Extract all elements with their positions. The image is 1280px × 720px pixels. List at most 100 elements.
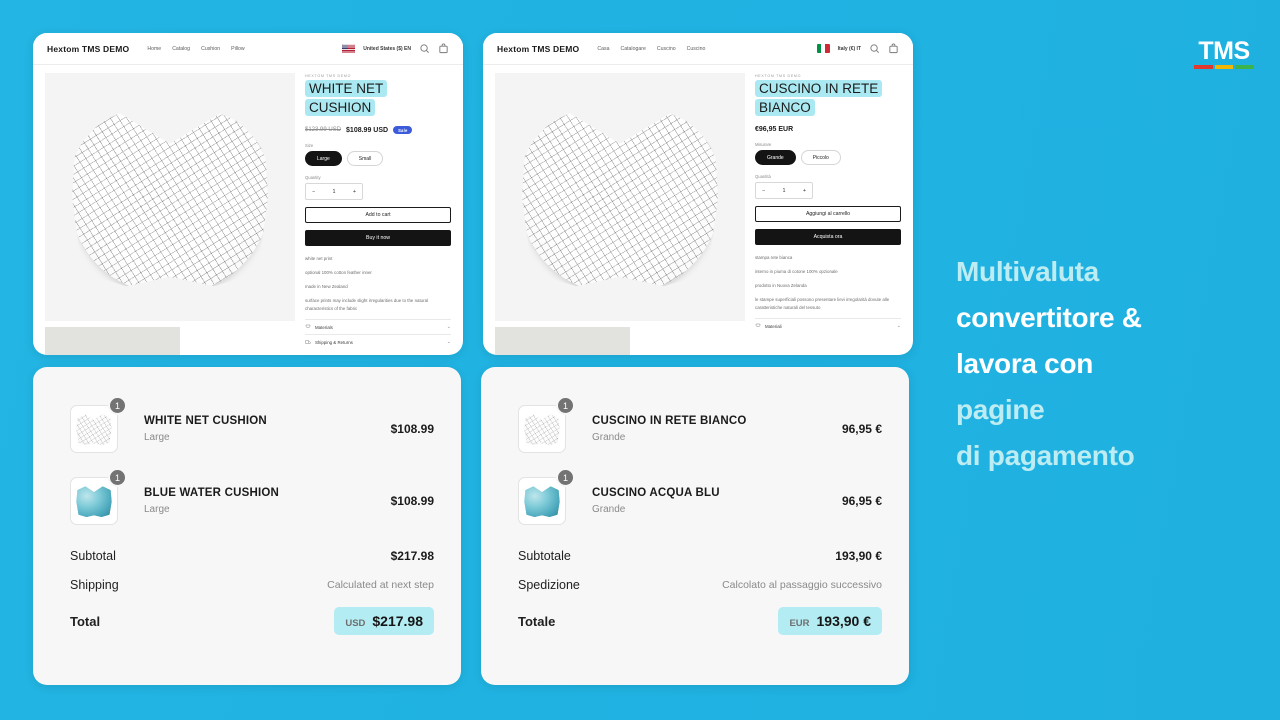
subtotal-value: 193,90 €	[835, 549, 882, 563]
quantity-stepper-italian[interactable]: − 1 +	[755, 182, 813, 199]
cart-item-price: $108.99	[390, 422, 434, 436]
product-title: CUSCINO IN RETE BIANCO	[755, 80, 883, 116]
nav-item-catalogare[interactable]: Catalogare	[620, 46, 645, 52]
subtotal-row: Subtotal $217.98	[70, 549, 434, 563]
cart-item-thumbnail: 1	[518, 396, 575, 453]
nav-item-cuscino[interactable]: Cuscino	[657, 46, 676, 52]
nav-item-pillow[interactable]: Pillow	[231, 46, 245, 52]
grand-total-row: Totale EUR 193,90 €	[518, 607, 882, 635]
quantity-value[interactable]: 1	[333, 189, 336, 195]
cart-item-thumbnail: 1	[70, 396, 127, 453]
quantity-stepper-english[interactable]: − 1 +	[305, 183, 363, 201]
cart-line-item: 1 BLUE WATER CUSHION Large $108.99	[70, 468, 434, 525]
cart-item-price: $108.99	[390, 494, 434, 508]
quantity-decrement[interactable]: −	[312, 189, 315, 195]
shipping-value: Calculated at next step	[327, 579, 434, 591]
promo-line-2: convertitore &	[956, 302, 1142, 333]
size-option-piccolo[interactable]: Piccolo	[800, 150, 841, 165]
header-actions-english: United States ($) EN	[342, 43, 449, 54]
shop-nav-italian: Casa Catalogare Cuscino Cuscino	[597, 46, 705, 52]
description-line: prodotto in Nuova Zelanda	[755, 283, 807, 288]
cart-icon[interactable]	[438, 43, 449, 54]
nav-item-catalog[interactable]: Catalog	[172, 46, 190, 52]
quantity-increment[interactable]: +	[353, 189, 356, 195]
description-line: made in New Zealand	[305, 284, 348, 290]
logo-bar-red	[1194, 65, 1213, 69]
item-quantity-badge: 1	[556, 396, 575, 415]
storefront-header-english: Hextom TMS DEMO Home Catalog Cushion Pil…	[33, 33, 463, 65]
product-card-english: Hextom TMS DEMO Home Catalog Cushion Pil…	[33, 33, 463, 355]
item-quantity-badge: 1	[108, 396, 127, 415]
cart-item-variant: Large	[144, 432, 170, 443]
shop-name[interactable]: Hextom TMS DEMO	[47, 44, 129, 54]
search-icon[interactable]	[419, 43, 430, 54]
cart-item-text: WHITE NET CUSHION Large	[144, 415, 391, 443]
accordion-materials[interactable]: Materials ⌄	[305, 319, 451, 334]
quantity-label: Quantità	[755, 174, 771, 179]
product-thumbnail-italian[interactable]	[495, 327, 630, 355]
chevron-down-icon: ⌄	[446, 339, 451, 346]
accordion-label: Materials	[315, 324, 333, 330]
cart-item-variant: Grande	[592, 504, 626, 515]
size-options-english: Large Small	[305, 151, 451, 167]
nav-item-home[interactable]: Home	[147, 46, 161, 52]
locale-selector-english[interactable]: United States ($) EN	[363, 46, 411, 52]
subtotal-row: Subtotale 193,90 €	[518, 549, 882, 563]
quantity-value[interactable]: 1	[783, 188, 786, 194]
product-title-wrap: WHITE NET CUSHION	[305, 79, 451, 117]
description-line: le stampe superficiali possono presentar…	[755, 297, 890, 310]
cart-icon[interactable]	[888, 43, 899, 54]
accordion-materiali[interactable]: Materiali ⌄	[755, 318, 901, 333]
total-label: Totale	[518, 613, 556, 629]
search-icon[interactable]	[869, 43, 880, 54]
add-to-cart-button[interactable]: Aggiungi al carrello	[755, 206, 901, 222]
cart-item-price: 96,95 €	[841, 422, 882, 436]
product-main-image-english[interactable]	[45, 73, 295, 321]
cart-line-item: 1 WHITE NET CUSHION Large $108.99	[70, 396, 434, 453]
shipping-label: Shipping	[70, 578, 119, 592]
product-title-wrap: CUSCINO IN RETE BIANCO	[755, 79, 901, 117]
quantity-increment[interactable]: +	[803, 188, 806, 194]
buy-it-now-button[interactable]: Buy it now	[305, 230, 451, 247]
cuscino-rete-bianco-image	[522, 113, 718, 287]
nav-item-casa[interactable]: Casa	[597, 46, 609, 52]
shipping-label: Spedizione	[518, 578, 580, 592]
accordion-label: Shipping & Returns	[315, 339, 353, 345]
white-net-cushion-image	[72, 113, 268, 287]
nav-item-cushion[interactable]: Cushion	[201, 46, 220, 52]
cart-item-price: 96,95 €	[841, 494, 882, 508]
quantity-decrement[interactable]: −	[762, 188, 765, 194]
item-quantity-badge: 1	[556, 468, 575, 487]
product-thumbnail-english[interactable]	[45, 327, 180, 355]
description-line: surface prints may include slight irregu…	[305, 298, 429, 312]
size-option-large[interactable]: Large	[305, 151, 342, 167]
product-description-english: white net print optional 100% cotton fea…	[305, 255, 451, 313]
cart-totals-italian: Subtotale 193,90 € Spedizione Calcolato …	[518, 549, 882, 635]
logo-bar-yellow	[1214, 65, 1234, 69]
shipping-row: Shipping Calculated at next step	[70, 578, 434, 592]
shop-nav-english: Home Catalog Cushion Pillow	[147, 46, 244, 52]
nav-item-cuscino-2[interactable]: Cuscino	[687, 46, 706, 52]
us-flag-icon	[342, 44, 356, 53]
shop-name[interactable]: Hextom TMS DEMO	[497, 44, 579, 54]
accordion-label: Materiali	[765, 323, 782, 329]
locale-selector-italian[interactable]: Italy (€) IT	[838, 46, 861, 52]
tms-logo-bars	[1194, 65, 1255, 69]
product-description-italian: stampa rete bianca interno in piuma di c…	[755, 254, 901, 312]
size-label: Size	[305, 143, 314, 149]
size-option-small[interactable]: Small	[346, 151, 384, 167]
materials-icon	[755, 323, 761, 327]
sale-badge: Sale	[393, 126, 413, 135]
total-amount-highlight: USD $217.98	[334, 607, 434, 635]
total-amount: $217.98	[372, 613, 423, 629]
product-body-italian: HEXTOM TMS DEMO CUSCINO IN RETE BIANCO €…	[483, 65, 913, 355]
buy-it-now-button[interactable]: Acquista ora	[755, 229, 901, 245]
description-line: white net print	[305, 256, 333, 262]
product-main-image-italian[interactable]	[495, 73, 745, 321]
add-to-cart-button[interactable]: Add to cart	[305, 207, 451, 224]
total-currency-code: EUR	[789, 618, 810, 629]
product-body-english: HEXTOM TMS DEMO WHITE NET CUSHION $123.9…	[33, 65, 463, 355]
shipping-row: Spedizione Calcolato al passaggio succes…	[518, 578, 882, 592]
accordion-shipping-returns[interactable]: Shipping & Returns ⌄	[305, 334, 451, 349]
size-option-grande[interactable]: Grande	[755, 150, 796, 165]
